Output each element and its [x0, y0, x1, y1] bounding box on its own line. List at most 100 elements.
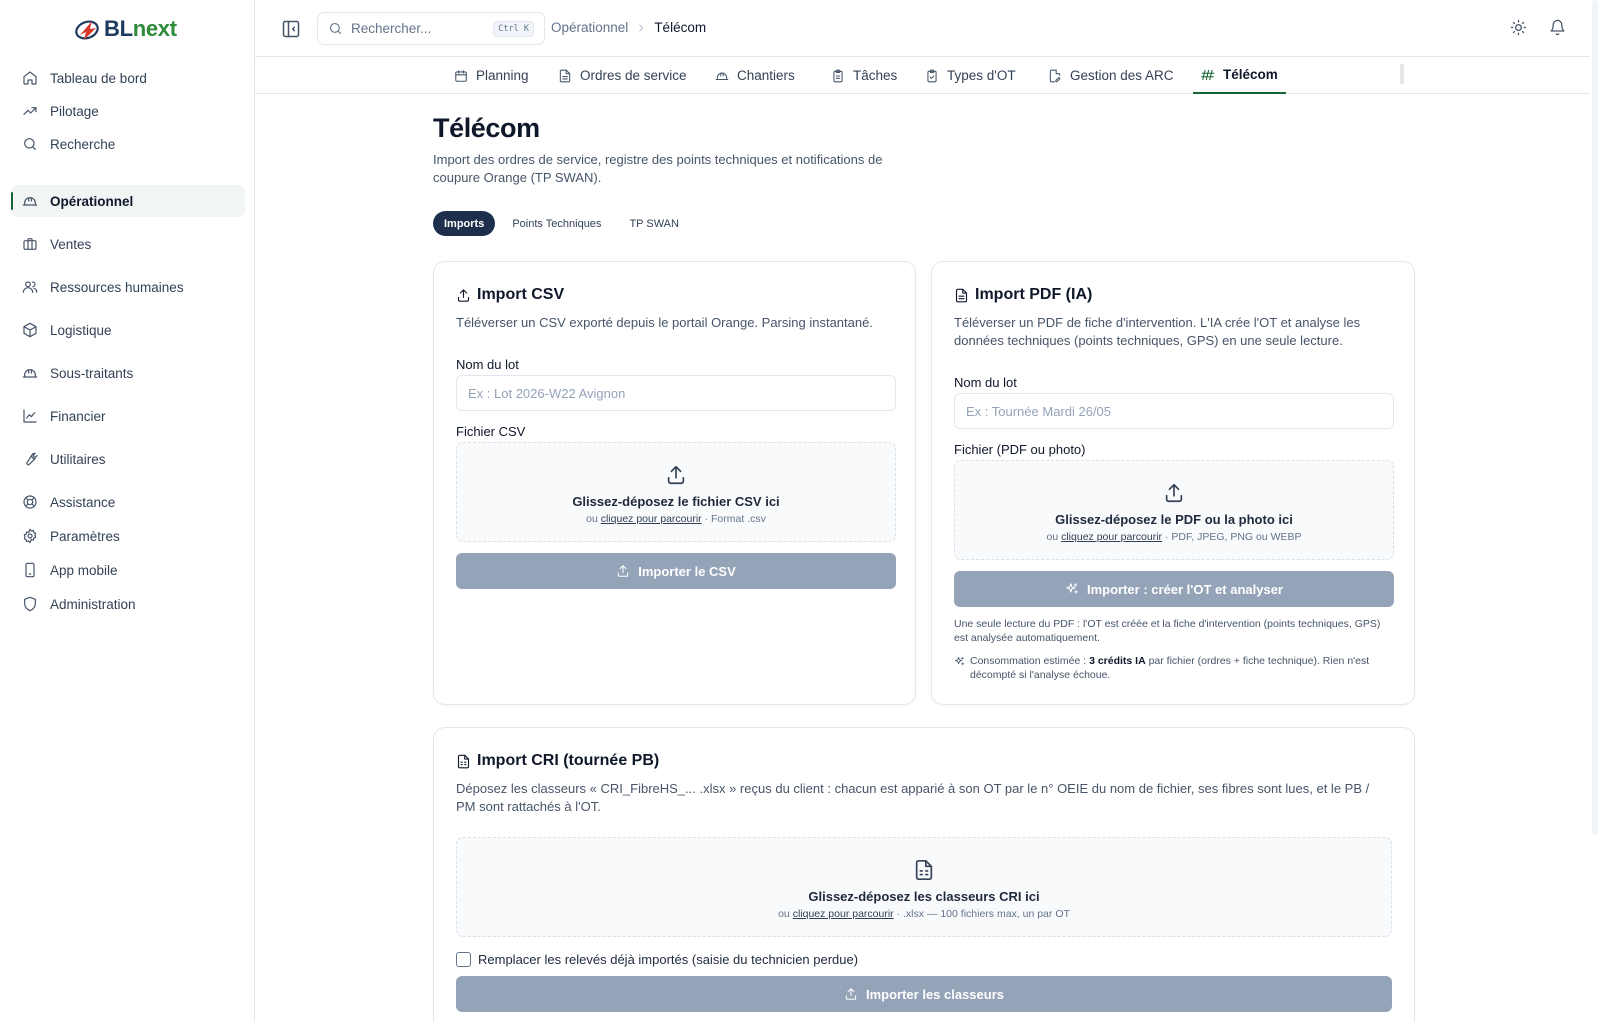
sidebar-item-app-mobile[interactable]: App mobile — [11, 554, 245, 586]
tab-label: Types d'OT — [947, 68, 1016, 83]
trending-up-icon — [23, 107, 37, 115]
csv-batch-label: Nom du lot — [456, 357, 519, 372]
import-cri-button[interactable]: Importer les classeurs — [456, 976, 1392, 1012]
page-scrollbar[interactable] — [1592, 0, 1598, 835]
theme-toggle-button[interactable] — [1510, 19, 1528, 37]
search-icon — [329, 22, 342, 35]
csv-browse-link[interactable]: cliquez pour parcourir — [601, 513, 702, 525]
life-buoy-icon — [23, 495, 37, 509]
calendar-icon — [455, 69, 467, 82]
csv-dropzone[interactable]: Glissez-déposez le fichier CSV ici ou cl… — [456, 442, 896, 542]
chevron-right-icon — [639, 24, 644, 31]
breadcrumb-item-operationnel[interactable]: Opérationnel — [551, 20, 628, 35]
module-tabs: Planning Ordres de service Chantiers Tâc… — [255, 57, 1590, 94]
sidebar-item-label: Tableau de bord — [50, 70, 147, 86]
import-pdf-card: Import PDF (IA) Téléverser un PDF de fic… — [931, 261, 1415, 705]
import-csv-description: Téléverser un CSV exporté depuis le port… — [456, 315, 873, 330]
sidebar-item-ressources-humaines[interactable]: Ressources humaines — [11, 271, 245, 303]
tab-taches[interactable]: Tâches — [823, 57, 905, 94]
tabs-scroll-indicator[interactable] — [1400, 64, 1404, 84]
sidebar-item-financier[interactable]: Financier — [11, 400, 245, 432]
import-csv-button[interactable]: Importer le CSV — [456, 553, 896, 589]
file-spreadsheet-icon — [457, 754, 470, 768]
pdf-batch-label: Nom du lot — [954, 375, 1017, 390]
sidebar-item-operationnel[interactable]: Opérationnel — [11, 185, 245, 217]
sidebar-item-label: Utilitaires — [50, 451, 106, 467]
subtabs: Imports Points Techniques TP SWAN — [433, 211, 690, 236]
subtab-points-techniques[interactable]: Points Techniques — [501, 211, 612, 236]
sidebar-item-logistique[interactable]: Logistique — [11, 314, 245, 346]
sidebar-toggle-button[interactable] — [281, 19, 301, 39]
cri-dropzone-title: Glissez-déposez les classeurs CRI ici — [808, 889, 1040, 904]
tab-ordres-de-service[interactable]: Ordres de service — [550, 57, 695, 94]
tab-label: Tâches — [853, 68, 898, 83]
search-shortcut-badge: Ctrl K — [493, 20, 534, 37]
search-placeholder: Rechercher... — [351, 21, 432, 36]
tab-planning[interactable]: Planning — [446, 57, 537, 94]
sidebar-item-label: Pilotage — [50, 103, 99, 119]
csv-dropzone-hint: ou cliquez pour parcourir · Format .csv — [586, 513, 766, 525]
import-pdf-title: Import PDF (IA) — [954, 286, 1092, 304]
pdf-dropzone[interactable]: Glissez-déposez le PDF ou la photo ici o… — [954, 460, 1394, 560]
pdf-cost-note: Consommation estimée : 3 crédits IA par … — [954, 654, 1394, 682]
sidebar-item-label: Assistance — [50, 494, 116, 510]
tab-telecom[interactable]: Télécom — [1193, 57, 1286, 94]
sun-icon — [1510, 19, 1527, 36]
import-pdf-analyze-button[interactable]: Importer : créer l'OT et analyser — [954, 571, 1394, 607]
notifications-button[interactable] — [1549, 19, 1567, 37]
pdf-browse-link[interactable]: cliquez pour parcourir — [1061, 531, 1162, 543]
sidebar-item-label: Recherche — [50, 136, 116, 152]
replace-readings-checkbox[interactable] — [456, 952, 471, 967]
cri-dropzone[interactable]: Glissez-déposez les classeurs CRI ici ou… — [456, 837, 1392, 937]
users-icon — [22, 281, 38, 293]
sidebar-item-assistance[interactable]: Assistance — [11, 486, 245, 518]
line-chart-icon — [23, 409, 37, 423]
subtab-imports[interactable]: Imports — [433, 211, 496, 236]
app-logo[interactable]: BLnext — [74, 14, 177, 44]
tab-chantiers[interactable]: Chantiers — [707, 57, 803, 94]
search-box[interactable]: Rechercher... Ctrl K — [317, 12, 545, 45]
sidebar-item-label: Administration — [50, 596, 136, 612]
replace-readings-label[interactable]: Remplacer les relevés déjà importés (sai… — [478, 952, 858, 967]
pdf-batch-name-input[interactable] — [954, 393, 1394, 429]
sidebar-item-ventes[interactable]: Ventes — [11, 228, 245, 260]
import-pdf-description: Téléverser un PDF de fiche d'interventio… — [954, 315, 1361, 348]
hard-hat-icon — [22, 369, 38, 378]
import-csv-card: Import CSV Téléverser un CSV exporté dep… — [433, 261, 916, 705]
cri-browse-link[interactable]: cliquez pour parcourir — [793, 908, 894, 920]
sidebar-item-parametres[interactable]: Paramètres — [11, 520, 245, 552]
sidebar-item-label: Opérationnel — [50, 193, 134, 209]
tab-label: Ordres de service — [580, 68, 687, 83]
home-icon — [23, 71, 37, 85]
sidebar-item-administration[interactable]: Administration — [11, 588, 245, 620]
hard-hat-icon — [715, 72, 729, 80]
import-cri-description: Déposez les classeurs « CRI_FibreHS_... … — [456, 781, 1370, 814]
tab-types-ot[interactable]: Types d'OT — [917, 57, 1024, 94]
csv-file-label: Fichier CSV — [456, 424, 526, 439]
wrench-icon — [26, 452, 38, 466]
sidebar-item-pilotage[interactable]: Pilotage — [11, 95, 245, 127]
sidebar-item-recherche[interactable]: Recherche — [11, 128, 245, 160]
package-icon — [23, 322, 37, 338]
sidebar-item-label: Ventes — [50, 236, 92, 252]
bell-icon — [1550, 19, 1565, 36]
gear-icon — [23, 528, 37, 544]
sparkles-icon — [954, 656, 965, 666]
top-bar: Rechercher... Ctrl K Opérationnel Téléco… — [255, 0, 1590, 57]
sidebar-item-label: Ressources humaines — [50, 279, 184, 295]
antenna-icon — [1201, 69, 1215, 80]
csv-batch-name-input[interactable] — [456, 375, 896, 411]
hard-hat-icon — [22, 197, 38, 206]
subtab-tp-swan[interactable]: TP SWAN — [618, 211, 690, 236]
sidebar-item-label: App mobile — [50, 562, 118, 578]
tab-gestion-arc[interactable]: Gestion des ARC — [1040, 57, 1182, 94]
sidebar-item-utilitaires[interactable]: Utilitaires — [11, 443, 245, 475]
pdf-analysis-note: Une seule lecture du PDF : l'OT est créé… — [954, 618, 1381, 644]
sidebar-item-sous-traitants[interactable]: Sous-traitants — [11, 357, 245, 389]
sidebar-item-label: Paramètres — [50, 528, 120, 544]
logo-prefix: BL — [104, 16, 133, 41]
sidebar-item-label: Financier — [50, 408, 106, 424]
upload-icon — [667, 465, 685, 485]
sidebar-item-tableau-de-bord[interactable]: Tableau de bord — [11, 62, 245, 94]
breadcrumb: Opérationnel Télécom — [551, 20, 706, 35]
